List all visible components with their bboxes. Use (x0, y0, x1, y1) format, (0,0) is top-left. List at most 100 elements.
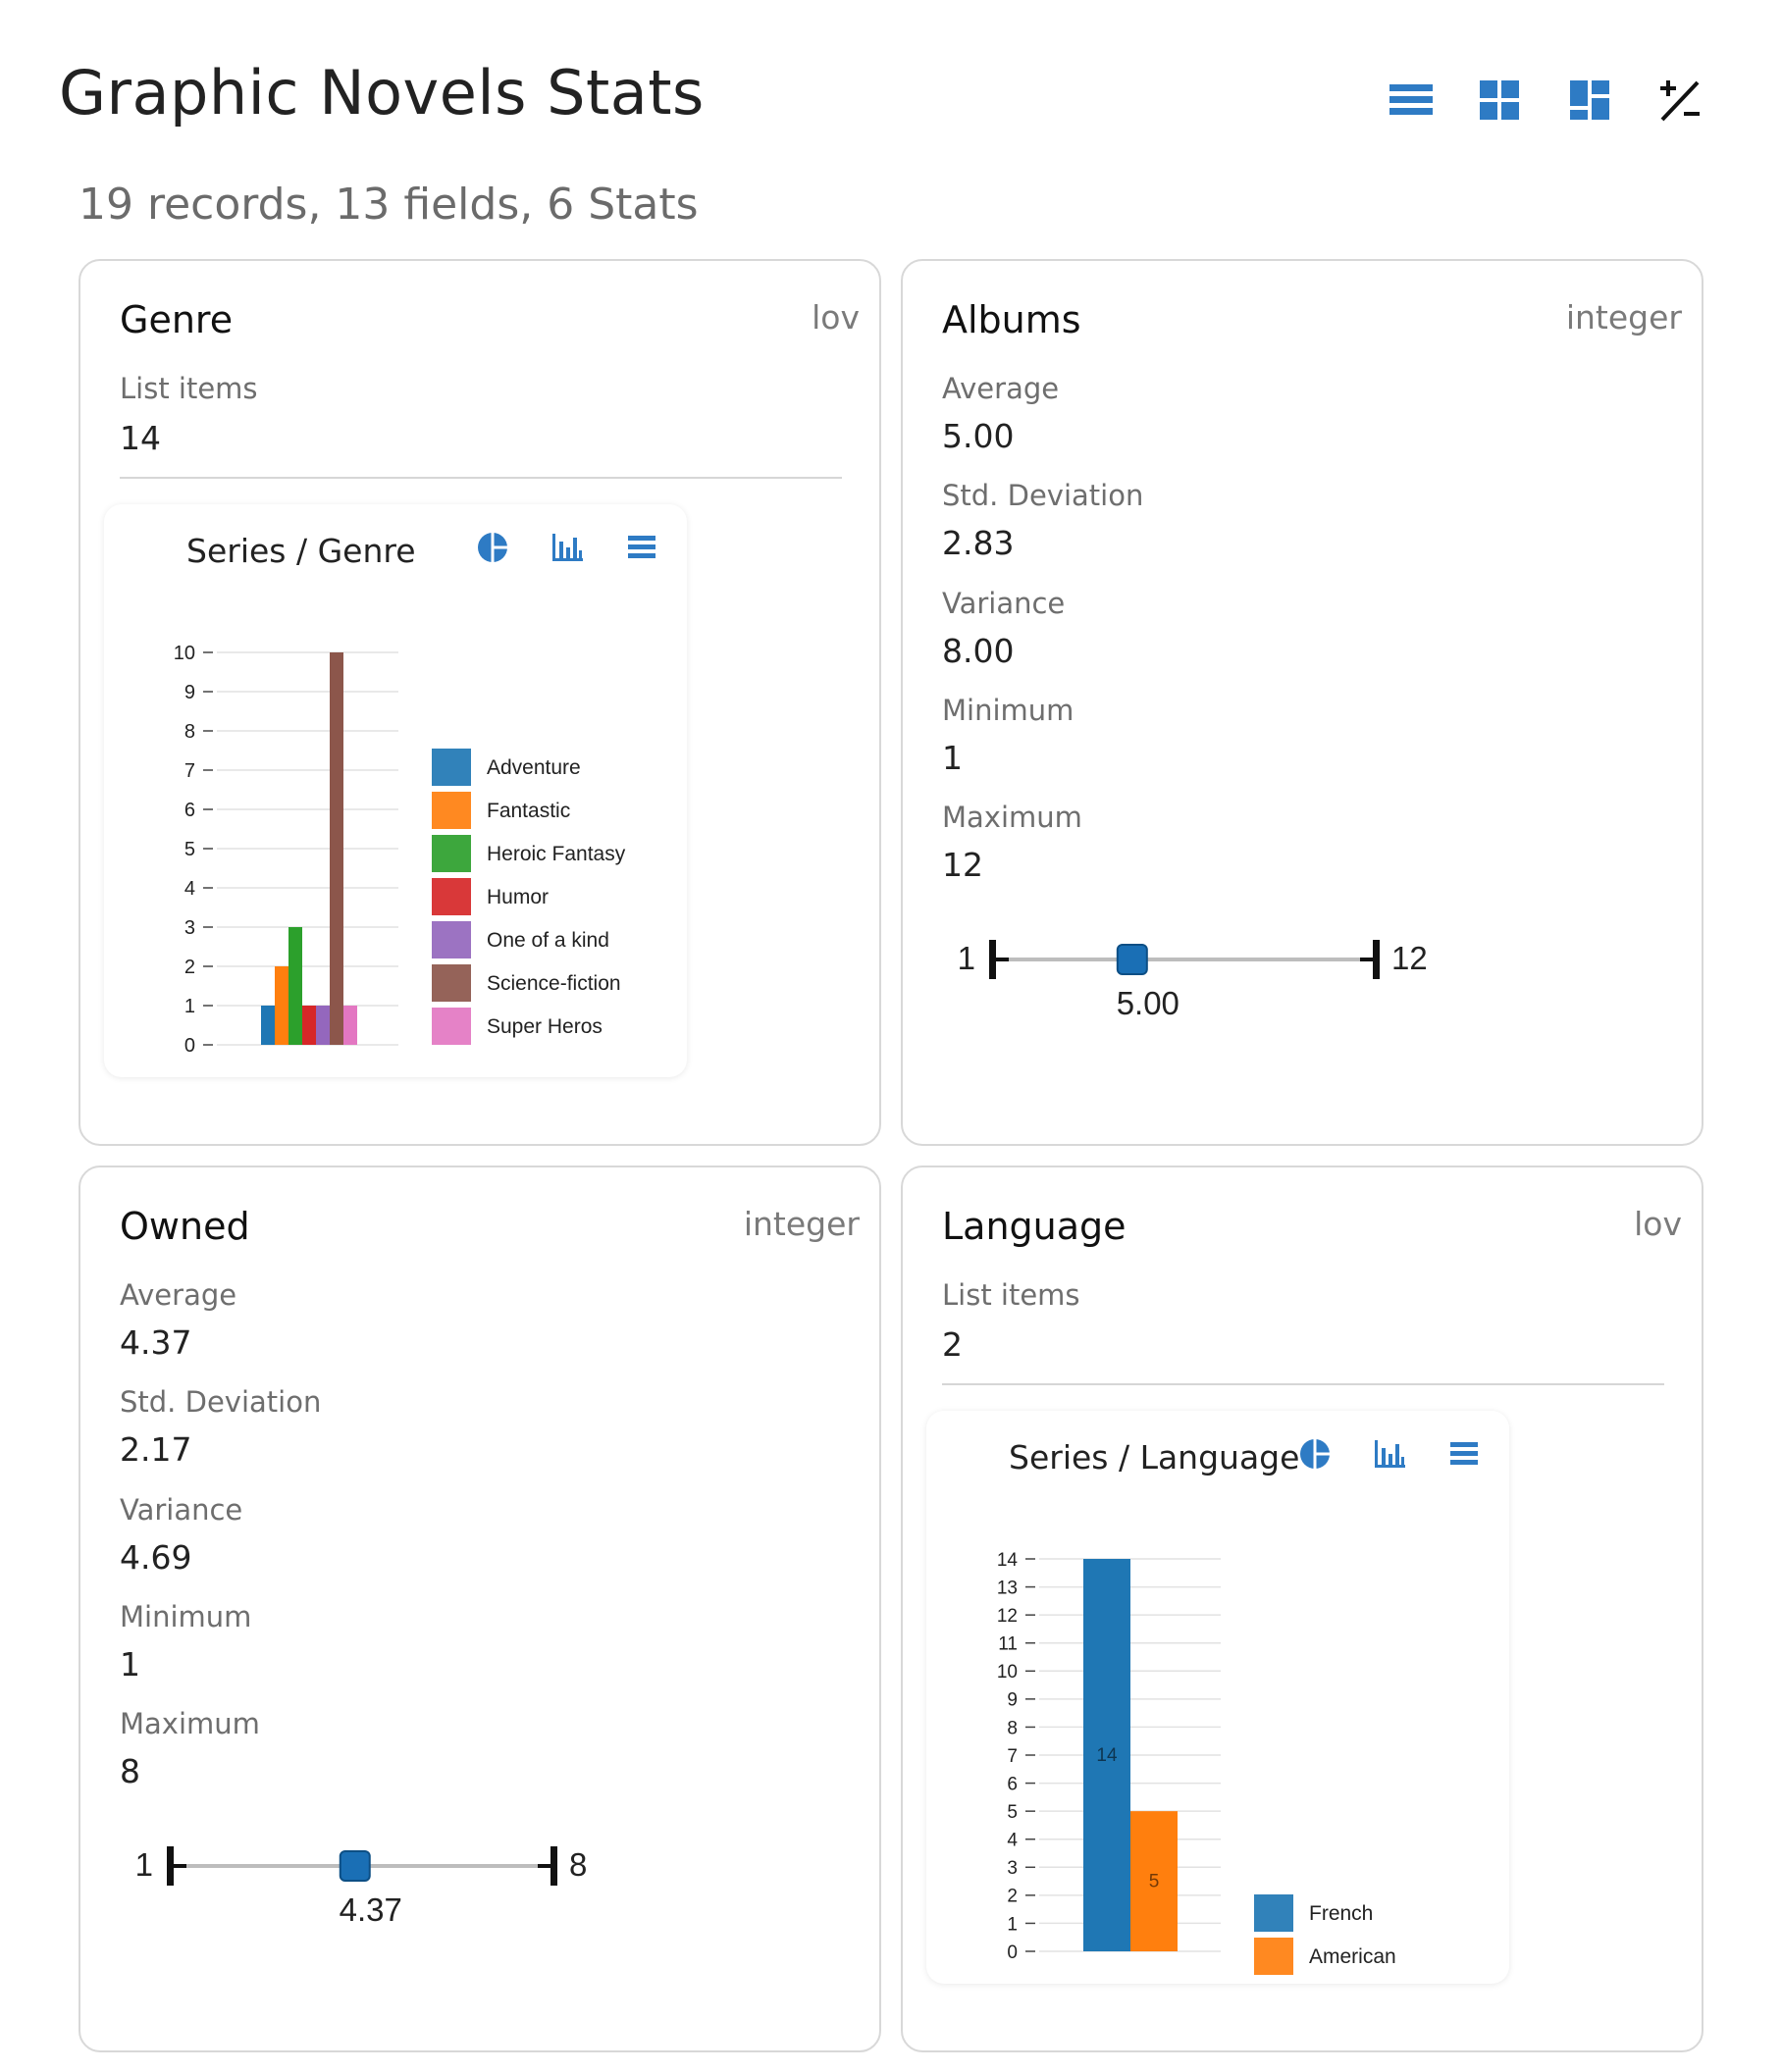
list-items-label: List items (120, 372, 258, 405)
card-type: lov (1634, 1205, 1682, 1243)
std-deviation-value: 2.17 (120, 1430, 192, 1469)
legend-label: Heroic Fantasy (487, 843, 626, 865)
range-max-label: 12 (1391, 940, 1428, 976)
average-value: 5.00 (942, 417, 1015, 455)
card-language: Language lov List items 2 Series / Langu… (901, 1166, 1703, 2052)
range-max-label: 8 (569, 1846, 587, 1883)
legend-label: Super Heros (487, 1015, 603, 1038)
card-type: lov (812, 298, 860, 337)
y-tick-label: 1 (1007, 1914, 1018, 1935)
legend-label: French (1309, 1902, 1373, 1925)
bar-one-of-a-kind (316, 1006, 330, 1045)
range-min-label: 1 (135, 1846, 153, 1883)
variance-label: Variance (120, 1493, 243, 1527)
legend-label: One of a kind (487, 929, 609, 952)
card-owned: Owned integer Average 4.37 Std. Deviatio… (79, 1166, 881, 2052)
average-label: Average (942, 372, 1060, 405)
bar-heroic-fantasy (288, 927, 302, 1045)
maximum-label: Maximum (120, 1707, 260, 1740)
range-average-marker (339, 1850, 371, 1882)
range-average-label: 4.37 (340, 1891, 402, 1928)
list-items-value: 2 (942, 1325, 963, 1364)
owned-range: 1 8 4.37 (135, 1846, 587, 1928)
bar-humor (302, 1006, 316, 1045)
table-view-icon[interactable] (624, 530, 659, 565)
language-bar-chart: 0123456789101112131414French5American (997, 1550, 1396, 1975)
y-tick-label: 5 (1007, 1802, 1018, 1823)
data-label: 14 (1096, 1745, 1118, 1766)
bar-fantastic (275, 966, 288, 1045)
std-deviation-label: Std. Deviation (942, 479, 1144, 512)
maximum-value: 8 (120, 1752, 140, 1790)
chart-title: Series / Language (1009, 1438, 1300, 1476)
legend-swatch (432, 921, 471, 958)
y-tick-label: 9 (1007, 1690, 1018, 1711)
chart-card-language: Series / Language 0 1 2 3 4 5 6 7 8 9 10 11 12 13 14 14… (926, 1411, 1509, 1984)
std-deviation-value: 2.83 (942, 524, 1015, 562)
legend-label: Adventure (487, 756, 581, 779)
bar-super-heros (343, 1006, 357, 1045)
card-title: Albums (942, 298, 1081, 341)
y-tick-label: 2 (184, 957, 195, 978)
divider (120, 477, 842, 479)
dashboard-view-icon[interactable] (1566, 77, 1613, 124)
y-tick-label: 6 (1007, 1774, 1018, 1794)
y-tick-label: 0 (184, 1035, 195, 1057)
y-tick-label: 12 (997, 1606, 1018, 1627)
legend-swatch (1254, 1894, 1293, 1932)
grid-view-icon[interactable] (1476, 77, 1523, 124)
card-albums: Albums integer Average 5.00 Std. Deviati… (901, 259, 1703, 1146)
variance-value: 4.69 (120, 1538, 192, 1577)
plus-minus-icon[interactable] (1656, 77, 1703, 124)
card-genre: Genre lov List items 14 Series / Genre 0… (79, 259, 881, 1146)
y-tick-label: 6 (184, 800, 195, 821)
y-tick-label: 2 (1007, 1887, 1018, 1907)
card-title: Language (942, 1205, 1127, 1248)
bar-science-fiction (330, 652, 343, 1045)
minimum-label: Minimum (942, 694, 1074, 727)
y-tick-label: 11 (998, 1634, 1018, 1655)
y-tick-label: 7 (1007, 1746, 1018, 1767)
pie-chart-icon[interactable] (475, 530, 510, 565)
table-view-icon[interactable] (1446, 1436, 1482, 1472)
records-summary: 19 records, 13 fields, 6 Stats (79, 180, 699, 230)
minimum-value: 1 (942, 739, 963, 777)
y-tick-label: 3 (1007, 1858, 1018, 1879)
variance-label: Variance (942, 587, 1066, 620)
legend-label: Science-fiction (487, 972, 621, 995)
y-tick-label: 1 (184, 996, 195, 1017)
chart-title: Series / Genre (186, 532, 416, 570)
legend-swatch (432, 964, 471, 1002)
legend-swatch (432, 878, 471, 915)
y-tick-label: 8 (184, 721, 195, 743)
y-tick-label: 9 (184, 682, 195, 703)
minimum-label: Minimum (120, 1600, 252, 1633)
legend-label: American (1309, 1945, 1396, 1968)
card-type: integer (743, 1205, 860, 1243)
legend-label: Humor (487, 886, 549, 908)
y-tick-label: 10 (997, 1662, 1018, 1683)
list-view-icon[interactable] (1388, 77, 1435, 124)
bar-chart-icon[interactable] (550, 530, 585, 565)
y-tick-label: 4 (1007, 1831, 1018, 1851)
card-title: Owned (120, 1205, 250, 1248)
y-tick-label: 0 (1007, 1942, 1018, 1963)
legend-swatch (432, 792, 471, 829)
minimum-value: 1 (120, 1645, 140, 1684)
bar-chart-icon[interactable] (1372, 1436, 1407, 1472)
legend-swatch (1254, 1938, 1293, 1975)
pie-chart-icon[interactable] (1297, 1436, 1333, 1472)
genre-bar-chart: 0 1 2 3 4 5 6 7 8 9 10 Adventure Fantastic Heroic Fan… (174, 643, 626, 1057)
average-value: 4.37 (120, 1323, 192, 1362)
page-title: Graphic Novels Stats (59, 57, 705, 129)
chart-card-genre: Series / Genre 0 1 2 3 4 5 6 7 8 9 10 Adventure Fant… (104, 504, 687, 1077)
divider (942, 1383, 1664, 1385)
y-tick-label: 3 (184, 917, 195, 939)
variance-value: 8.00 (942, 632, 1015, 670)
range-min-label: 1 (958, 940, 975, 976)
std-deviation-label: Std. Deviation (120, 1385, 322, 1419)
maximum-label: Maximum (942, 801, 1082, 834)
legend-label: Fantastic (487, 800, 570, 822)
legend-swatch (432, 835, 471, 872)
y-tick-label: 7 (184, 760, 195, 782)
